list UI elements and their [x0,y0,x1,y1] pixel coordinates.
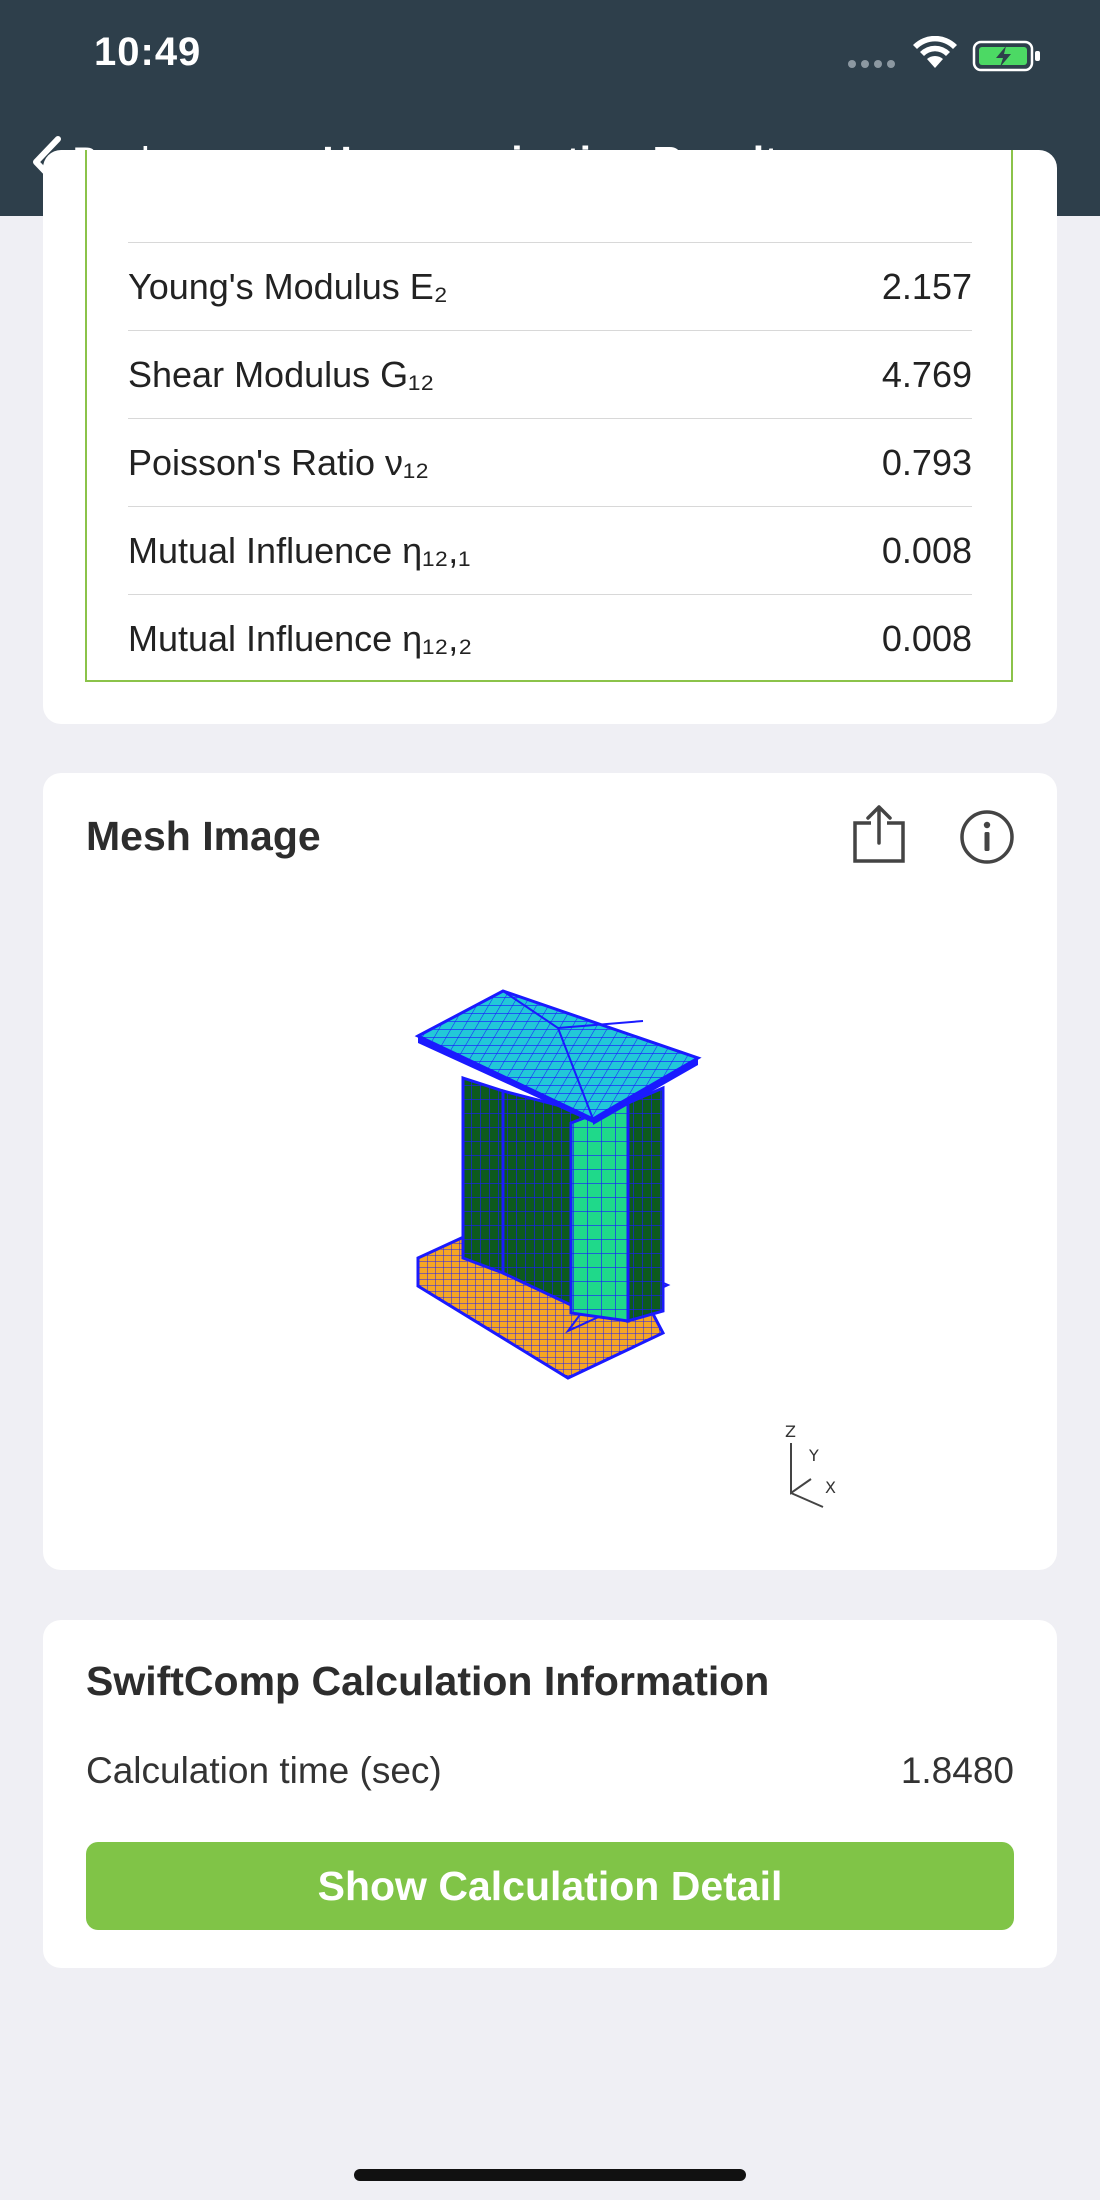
properties-card: Young's Modulus E₂ 2.157 Shear Modulus G… [43,150,1057,724]
property-label: Poisson's Ratio ν₁₂ [128,442,430,483]
axes-triad-icon: Z Y X [785,1423,836,1508]
calc-info-title: SwiftComp Calculation Information [86,1658,770,1704]
info-icon[interactable] [959,809,1015,865]
axis-y-label: Y [808,1446,819,1465]
property-value: 0.793 [881,442,972,483]
wifi-icon [913,36,957,68]
property-value: 4.769 [881,354,972,395]
battery-icon [972,40,1040,72]
property-value: 0.008 [881,530,972,571]
property-label: Mutual Influence η₁₂,₁ [128,530,471,571]
property-value: 2.157 [881,266,972,307]
home-indicator[interactable] [354,2169,746,2181]
show-calculation-detail-button[interactable]: Show Calculation Detail [86,1842,1014,1930]
property-label: Shear Modulus G₁₂ [128,354,435,395]
property-row: Young's Modulus E₂ 2.157 [128,242,972,331]
calculation-info-card: SwiftComp Calculation Information Calcul… [43,1620,1057,1968]
mesh-image-card: Mesh Image Z Y X [43,773,1057,1570]
signal-icon [848,60,895,68]
property-row: Mutual Influence η₁₂,₂ 0.008 [128,594,972,683]
mesh-image [414,989,702,1380]
property-row: Shear Modulus G₁₂ 4.769 [128,330,972,419]
status-time: 10:49 [94,30,202,74]
property-label: Mutual Influence η₁₂,₂ [128,618,473,659]
calc-time-value: 1.8480 [900,1750,1014,1791]
axis-z-label: Z [785,1423,796,1441]
property-row: Mutual Influence η₁₂,₁ 0.008 [128,506,972,595]
share-icon[interactable] [851,803,907,865]
property-value: 0.008 [881,618,972,659]
mesh-title: Mesh Image [86,813,321,859]
property-row: Poisson's Ratio ν₁₂ 0.793 [128,418,972,507]
axis-x-label: X [825,1478,836,1497]
calc-time-label: Calculation time (sec) [86,1750,442,1791]
property-label: Young's Modulus E₂ [128,266,448,307]
